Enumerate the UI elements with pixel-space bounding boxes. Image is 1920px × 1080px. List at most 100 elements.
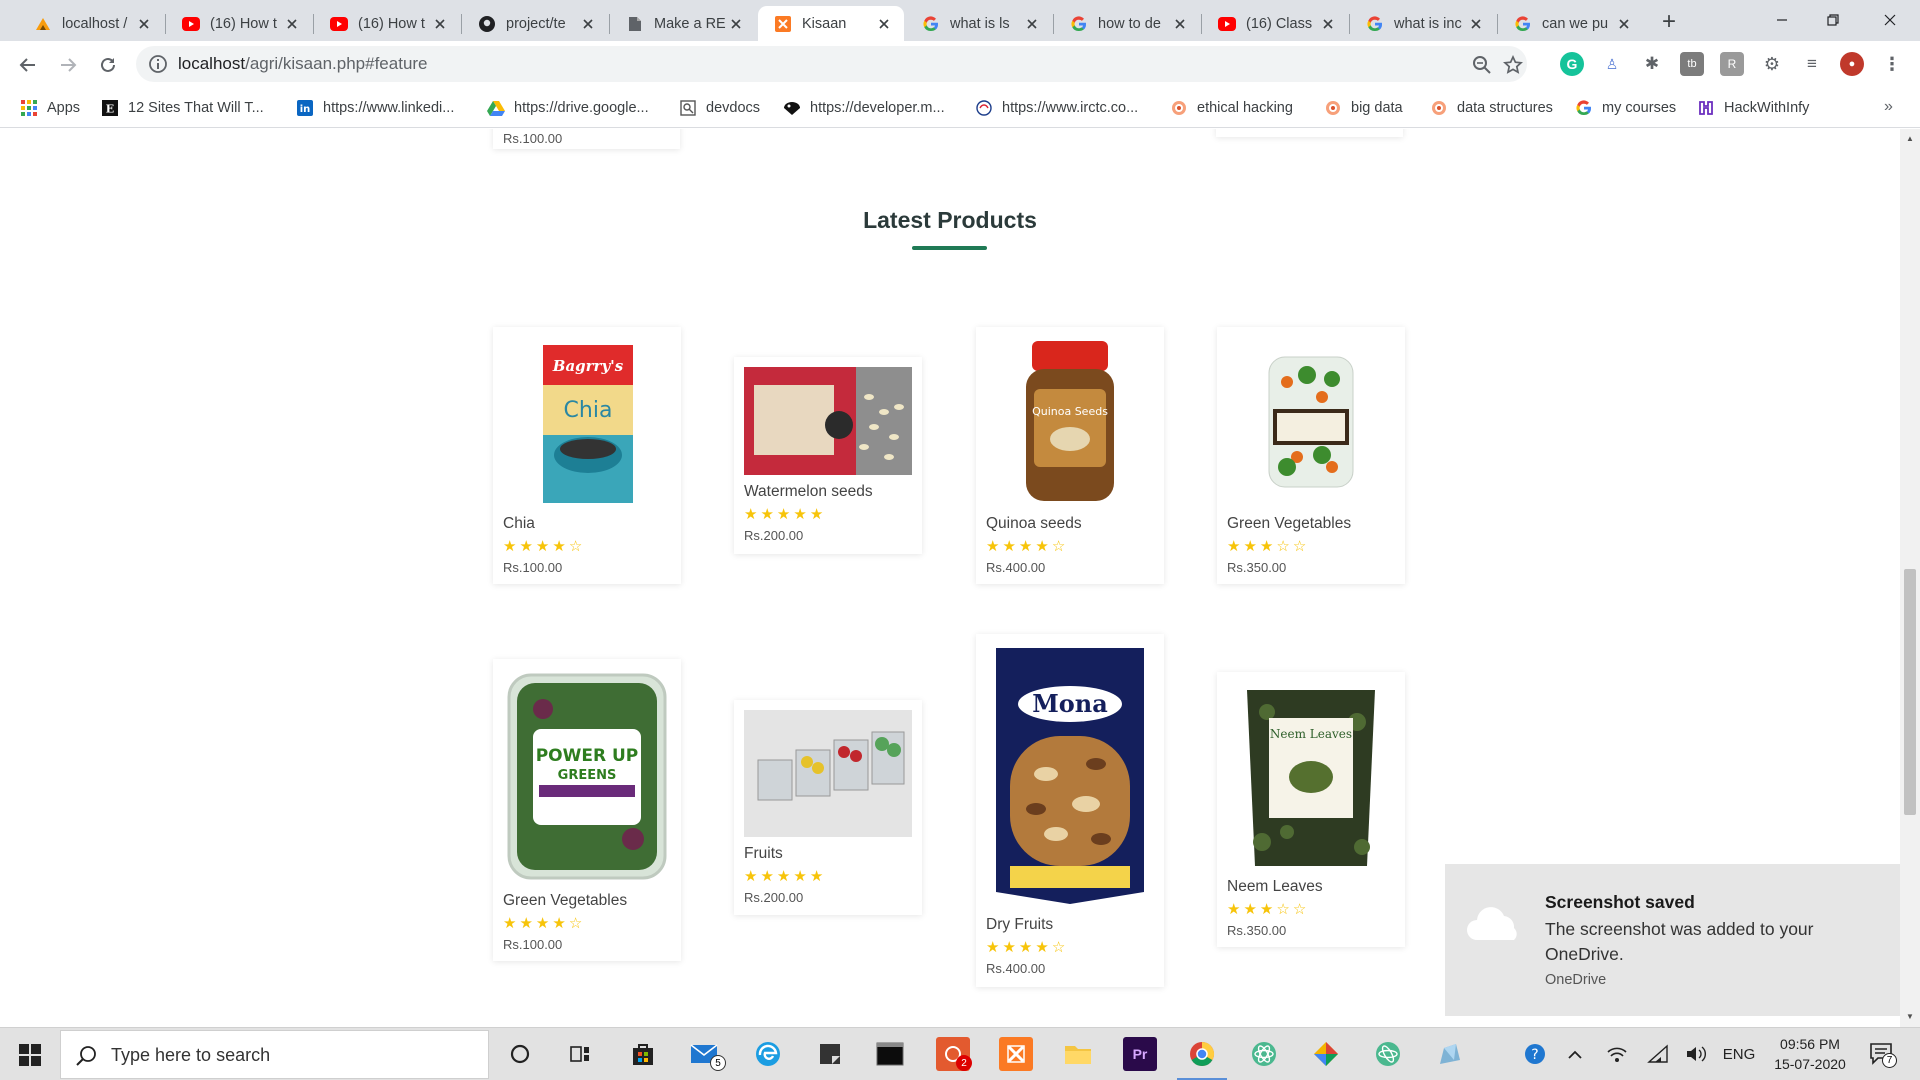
bookmark-item[interactable]: https://drive.google...: [487, 95, 649, 121]
browser-tab[interactable]: (16) How t: [314, 6, 460, 41]
product-name[interactable]: Green Vegetables: [503, 892, 627, 910]
close-icon[interactable]: [1466, 14, 1486, 34]
product-card-partial[interactable]: [1216, 129, 1403, 137]
bookmarks-more-button[interactable]: »: [1884, 98, 1893, 116]
close-window-icon[interactable]: [1860, 0, 1920, 40]
browser-tab[interactable]: project/te: [462, 6, 608, 41]
product-name[interactable]: Chia: [503, 515, 535, 533]
help-icon[interactable]: ?: [1520, 1040, 1550, 1068]
start-button[interactable]: [0, 1028, 60, 1080]
pencil-app-icon[interactable]: [1433, 1037, 1467, 1071]
taskbar-search[interactable]: Type here to search: [60, 1030, 489, 1079]
edge-icon[interactable]: [751, 1037, 785, 1071]
wifi-icon[interactable]: [1645, 1040, 1671, 1068]
product-card[interactable]: Fruits ★ ★ ★ ★ ★ Rs.200.00: [734, 700, 922, 915]
bug-icon[interactable]: ✱: [1640, 52, 1664, 76]
terminal-icon[interactable]: [873, 1037, 907, 1071]
file-explorer-icon[interactable]: [1061, 1037, 1095, 1071]
close-icon[interactable]: [1318, 14, 1338, 34]
atom-icon-2[interactable]: [1371, 1037, 1405, 1071]
close-icon[interactable]: [578, 14, 598, 34]
browser-tab[interactable]: (16) How t: [166, 6, 312, 41]
git-app-icon[interactable]: 2: [936, 1037, 972, 1071]
bookmark-item[interactable]: E 12 Sites That Will T...: [101, 95, 264, 121]
greens-box-image[interactable]: POWER UP GREENS: [503, 669, 671, 884]
bookmark-item[interactable]: Apps: [20, 95, 80, 121]
close-icon[interactable]: [1022, 14, 1042, 34]
product-name[interactable]: Green Vegetables: [1227, 515, 1351, 533]
task-view-icon[interactable]: [563, 1037, 597, 1071]
bookmark-item[interactable]: https://www.irctc.co...: [975, 95, 1138, 121]
vegetable-tray-image[interactable]: [1227, 337, 1395, 507]
forward-button[interactable]: [53, 50, 83, 80]
product-card[interactable]: Quinoa Seeds Quinoa seeds ★ ★ ★ ★ ☆ Rs.400.00: [976, 327, 1164, 584]
product-card[interactable]: Mona Dry Fruits ★ ★ ★ ★ ☆ Rs.400.00: [976, 634, 1164, 987]
close-icon[interactable]: [1614, 14, 1634, 34]
chrome-icon[interactable]: [1185, 1037, 1219, 1071]
grammarly-icon[interactable]: G: [1560, 52, 1584, 76]
browser-tab[interactable]: what is inc: [1350, 6, 1496, 41]
page-scrollbar[interactable]: ▲ ▼: [1900, 129, 1920, 1027]
product-name[interactable]: Dry Fruits: [986, 916, 1053, 934]
watermelon-seeds-image[interactable]: [744, 367, 912, 475]
browser-tab[interactable]: how to de: [1054, 6, 1200, 41]
product-card[interactable]: Watermelon seeds ★ ★ ★ ★ ★ Rs.200.00: [734, 357, 922, 554]
bookmark-item[interactable]: ethical hacking: [1170, 95, 1293, 121]
address-bar[interactable]: localhost/agri/kisaan.php#feature: [136, 46, 1527, 82]
close-icon[interactable]: [726, 14, 746, 34]
close-icon[interactable]: [874, 14, 894, 34]
tab-extension-icon[interactable]: tb: [1680, 52, 1704, 76]
user-agent-icon[interactable]: ♙: [1600, 52, 1624, 76]
zoom-icon[interactable]: [1471, 54, 1493, 76]
bookmark-item[interactable]: big data: [1324, 95, 1403, 121]
cortana-icon[interactable]: [503, 1037, 537, 1071]
profile-avatar-icon[interactable]: ●: [1840, 52, 1864, 76]
sticky-notes-icon[interactable]: [813, 1037, 847, 1071]
atom-icon[interactable]: [1247, 1037, 1281, 1071]
product-name[interactable]: Fruits: [744, 845, 783, 863]
info-icon[interactable]: [148, 54, 168, 74]
puzzle-icon[interactable]: ⚙: [1760, 52, 1784, 76]
product-card[interactable]: Green Vegetables ★ ★ ★ ☆ ☆ Rs.350.00: [1217, 327, 1405, 584]
bookmark-item[interactable]: in https://www.linkedi...: [296, 95, 454, 121]
diamond-app-icon[interactable]: [1309, 1037, 1343, 1071]
neem-leaves-image[interactable]: Neem Leaves: [1227, 682, 1395, 870]
browser-tab[interactable]: what is ls: [906, 6, 1052, 41]
product-card[interactable]: Neem Leaves Neem Leaves ★ ★ ★ ☆ ☆ Rs.350.00: [1217, 672, 1405, 947]
browser-tab[interactable]: localhost /: [18, 6, 164, 41]
reader-extension-icon[interactable]: R: [1720, 52, 1744, 76]
product-card[interactable]: POWER UP GREENS Green Vegetables ★ ★ ★ ★ ☆ Rs.10…: [493, 659, 681, 961]
url-text[interactable]: localhost/agri/kisaan.php#feature: [178, 54, 428, 74]
product-name[interactable]: Neem Leaves: [1227, 878, 1323, 896]
browser-tab[interactable]: (16) Class: [1202, 6, 1348, 41]
chevron-up-icon[interactable]: [1563, 1040, 1587, 1068]
bookmark-item[interactable]: data structures: [1430, 95, 1553, 121]
browser-tab[interactable]: can we pu: [1498, 6, 1644, 41]
product-name[interactable]: Watermelon seeds: [744, 483, 873, 501]
browser-tab[interactable]: Kisaan: [758, 6, 904, 41]
scrollbar-thumb[interactable]: [1904, 569, 1916, 815]
system-clock[interactable]: 09:56 PM 15-07-2020: [1765, 1034, 1855, 1074]
product-card-partial[interactable]: Rs.100.00: [493, 129, 680, 149]
close-icon[interactable]: [430, 14, 450, 34]
chia-pack-image[interactable]: Bagrry's Chia: [503, 337, 671, 507]
media-control-icon[interactable]: ≡: [1800, 52, 1824, 76]
quinoa-jar-image[interactable]: Quinoa Seeds: [986, 337, 1154, 507]
scroll-down-icon[interactable]: ▼: [1905, 1012, 1915, 1022]
volume-icon[interactable]: [1683, 1040, 1709, 1068]
store-icon[interactable]: [626, 1037, 660, 1071]
notification-center-icon[interactable]: 7: [1868, 1041, 1897, 1068]
scroll-up-icon[interactable]: ▲: [1905, 134, 1915, 144]
menu-kebab-icon[interactable]: ⋮: [1880, 52, 1904, 76]
bookmark-star-icon[interactable]: [1502, 54, 1524, 76]
restore-icon[interactable]: [1803, 0, 1863, 40]
close-icon[interactable]: [134, 14, 154, 34]
close-icon[interactable]: [1170, 14, 1190, 34]
onedrive-toast[interactable]: Screenshot saved The screenshot was adde…: [1445, 864, 1900, 1016]
reload-button[interactable]: [93, 50, 123, 80]
bookmark-item[interactable]: devdocs: [679, 95, 760, 121]
premiere-pro-icon[interactable]: Pr: [1123, 1037, 1157, 1071]
close-icon[interactable]: [282, 14, 302, 34]
bookmark-item[interactable]: my courses: [1575, 95, 1676, 121]
language-indicator[interactable]: ENG: [1720, 1040, 1758, 1068]
